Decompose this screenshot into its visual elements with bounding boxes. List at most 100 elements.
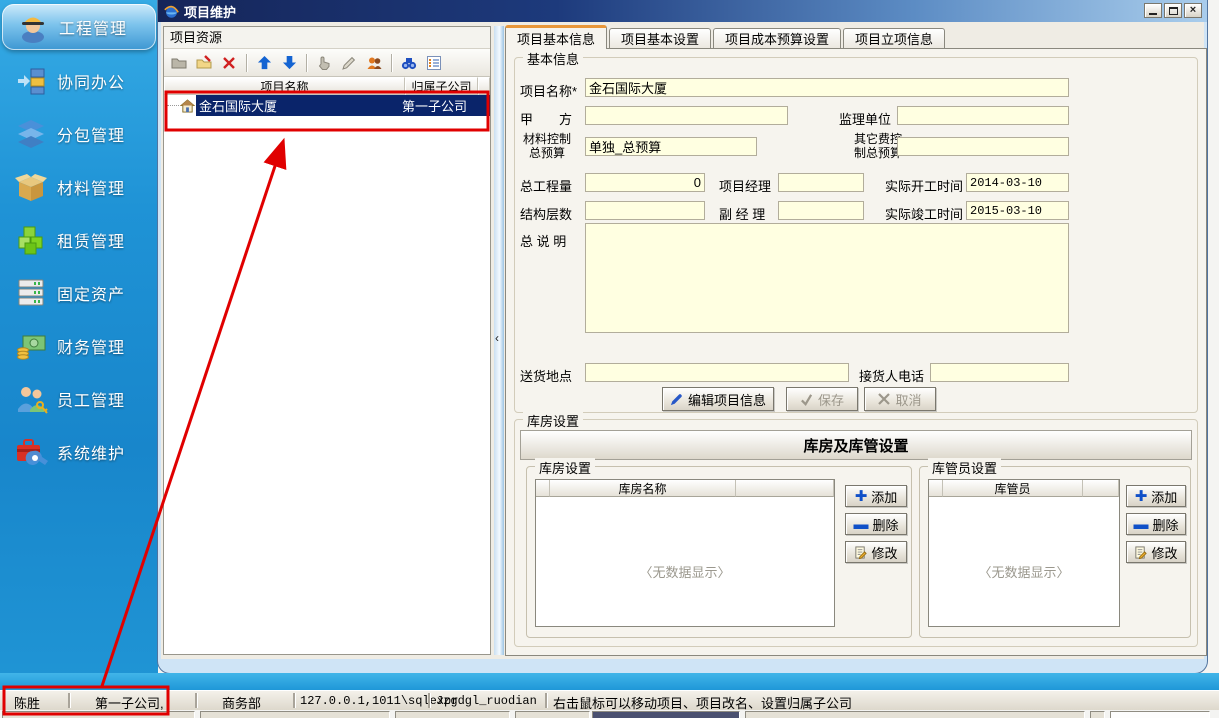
column-filler [478, 77, 490, 95]
folder-edit-icon[interactable] [193, 52, 215, 74]
total-quantity-field[interactable] [585, 173, 705, 192]
sidebar-item-finance[interactable]: 财务管理 [0, 323, 158, 369]
storeroom-subgroup-title: 库房设置 [535, 458, 595, 477]
column-subsidiary[interactable]: 归属子公司 [405, 77, 478, 95]
sidebar-item-subcontract[interactable]: 分包管理 [0, 111, 158, 157]
sidebar-item-label: 员工管理 [57, 387, 125, 411]
hand-pointer-icon[interactable] [313, 52, 335, 74]
sidebar-item-leasing[interactable]: 租赁管理 [0, 217, 158, 263]
storeroom-subgroup: 库房设置 库房名称 〈无数据显示〉 ✚添加 ▬删除 修改 [526, 466, 912, 638]
pencil-icon[interactable] [338, 52, 360, 74]
panel-splitter[interactable]: ‹ [494, 26, 504, 655]
worker-icon [16, 10, 50, 44]
close-icon: × [1190, 5, 1196, 16]
keeper-subgroup-title: 库管员设置 [928, 458, 1001, 477]
minimize-button[interactable] [1144, 3, 1162, 18]
deputy-manager-field[interactable] [778, 201, 864, 220]
project-name-cell: 金石国际大厦 [196, 96, 402, 115]
keeper-list[interactable]: 库管员 〈无数据显示〉 [928, 479, 1120, 627]
statusbar2-panel [1090, 711, 1105, 718]
tab-cost-budget-settings[interactable]: 项目成本预算设置 [713, 28, 841, 48]
material-budget-field[interactable] [585, 137, 757, 156]
users-icon[interactable] [363, 52, 385, 74]
sidebar-item-label: 财务管理 [57, 334, 125, 358]
storeroom-delete-button[interactable]: ▬删除 [845, 513, 907, 535]
project-tree: 金石国际大厦 第一子公司 [164, 95, 490, 654]
window-title: 项目维护 [184, 2, 236, 21]
sidebar-item-label: 系统维护 [57, 440, 125, 464]
tree-row-selected[interactable]: 金石国际大厦 第一子公司 [164, 95, 490, 116]
actual-finish-field[interactable] [966, 201, 1069, 220]
delete-x-icon[interactable] [218, 52, 240, 74]
keeper-name-column[interactable]: 库管员 [943, 480, 1083, 497]
supervisor-field[interactable] [897, 106, 1069, 125]
window-titlebar: 项目维护 × [158, 0, 1207, 22]
storeroom-modify-button[interactable]: 修改 [845, 541, 907, 563]
edit-project-button[interactable]: 编辑项目信息 [662, 387, 774, 411]
save-button[interactable]: 保存 [786, 387, 858, 411]
tree-toolbar [164, 49, 490, 77]
sidebar-item-system[interactable]: 系统维护 [0, 429, 158, 475]
server-rack-icon [14, 276, 48, 310]
project-name-field[interactable] [585, 78, 1069, 97]
storeroom-name-column[interactable]: 库房名称 [550, 480, 736, 497]
project-manager-field[interactable] [778, 173, 864, 192]
summary-field[interactable] [585, 223, 1069, 333]
pen-icon [670, 393, 683, 406]
sidebar-item-collaboration[interactable]: 协同办公 [0, 58, 158, 104]
actual-start-field[interactable] [966, 173, 1069, 192]
toolbar-separator [246, 54, 247, 72]
sidebar-item-label: 材料管理 [57, 175, 125, 199]
people-key-icon [14, 382, 48, 416]
tab-basic-settings[interactable]: 项目基本设置 [609, 28, 711, 48]
warehouse-banner: 库房及库管设置 [520, 430, 1192, 460]
statusbar-separator [428, 693, 430, 708]
keeper-add-button[interactable]: ✚添加 [1126, 485, 1186, 507]
tab-approval-info[interactable]: 项目立项信息 [843, 28, 945, 48]
tab-basic-info[interactable]: 项目基本信息 [505, 25, 607, 48]
keeper-empty-text: 〈无数据显示〉 [929, 562, 1119, 581]
supervisor-label: 监理单位 [839, 109, 891, 128]
keeper-delete-button[interactable]: ▬删除 [1126, 513, 1186, 535]
folder-closed-icon[interactable] [168, 52, 190, 74]
statusbar-separator [195, 693, 197, 708]
other-budget-field[interactable] [897, 137, 1069, 156]
move-up-icon[interactable] [253, 52, 275, 74]
bottom-frame-strip [0, 673, 1219, 690]
close-button[interactable]: × [1184, 3, 1202, 18]
project-resource-panel: 项目资源 项目名称 归属子公司 金石国际大厦 第一子公司 [163, 26, 491, 655]
storeroom-list[interactable]: 库房名称 〈无数据显示〉 [535, 479, 835, 627]
receiver-phone-field[interactable] [930, 363, 1069, 382]
list-view-icon[interactable] [423, 52, 445, 74]
delivery-address-field[interactable] [585, 363, 849, 382]
plus-icon: ✚ [1135, 489, 1148, 504]
check-icon [800, 393, 813, 406]
notepad-icon [854, 546, 867, 559]
actual-finish-label: 实际竣工时间 [885, 204, 963, 223]
move-down-icon[interactable] [278, 52, 300, 74]
party-a-field[interactable] [585, 106, 788, 125]
sidebar: 工程管理 协同办公 分包管理 材料管理 租赁管理 固定资产 财务管理 员工管理 … [0, 0, 158, 690]
sidebar-item-employees[interactable]: 员工管理 [0, 376, 158, 422]
statusbar2-panel [515, 711, 590, 718]
sidebar-item-materials[interactable]: 材料管理 [0, 164, 158, 210]
project-company-cell: 第一子公司 [402, 96, 475, 115]
layers-icon [14, 117, 48, 151]
project-name-label: 项目名称* [520, 81, 577, 100]
tree-column-header: 项目名称 归属子公司 [164, 77, 490, 95]
storeroom-add-button[interactable]: ✚添加 [845, 485, 907, 507]
maximize-button[interactable] [1164, 3, 1182, 18]
statusbar: 陈胜 第一子公司, 商务部 127.0.0.1,1011\sqlexpr Jzg… [0, 690, 1219, 710]
sidebar-item-fixed-assets[interactable]: 固定资产 [0, 270, 158, 316]
maximize-icon [1169, 7, 1178, 15]
floors-label: 结构层数 [520, 204, 572, 223]
column-project-name[interactable]: 项目名称 [164, 77, 405, 95]
cancel-button[interactable]: 取消 [864, 387, 936, 411]
sidebar-item-engineering[interactable]: 工程管理 [2, 4, 156, 50]
summary-label: 总 说 明 [520, 231, 566, 250]
row-selector-column [929, 480, 943, 497]
floors-field[interactable] [585, 201, 705, 220]
keeper-modify-button[interactable]: 修改 [1126, 541, 1186, 563]
collapse-chevron-icon[interactable]: ‹ [495, 331, 499, 345]
search-binoculars-icon[interactable] [398, 52, 420, 74]
